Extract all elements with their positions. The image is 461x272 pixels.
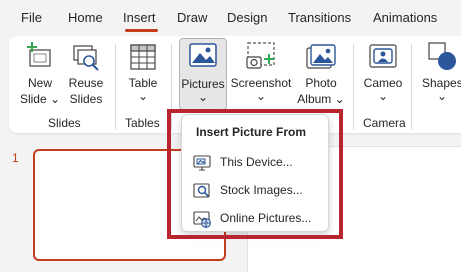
pictures-button[interactable]: Pictures ⌄ [179, 38, 227, 110]
chevron-down-icon: ⌄ [197, 90, 209, 104]
chevron-down-icon: ⌄ [49, 92, 61, 106]
table-button[interactable]: Table ⌄ [122, 42, 164, 108]
chevron-down-icon: ⌄ [255, 89, 267, 103]
photo-album-button[interactable]: Photo Album ⌄ [296, 42, 346, 108]
photo-album-icon [306, 44, 336, 69]
chevron-down-icon: ⌄ [137, 89, 149, 103]
reuse-slides-button[interactable]: Reuse Slides [64, 42, 108, 108]
tab-file[interactable]: File [21, 10, 42, 25]
pictures-icon [189, 43, 217, 67]
tab-animations[interactable]: Animations [373, 10, 437, 25]
cameo-button[interactable]: Cameo ⌄ [360, 42, 406, 108]
group-label-slides: Slides [48, 116, 81, 130]
group-divider [411, 44, 412, 130]
photo-album-label-2: Album ⌄ [297, 92, 345, 106]
group-label-camera: Camera [363, 116, 406, 130]
new-slide-icon [27, 42, 51, 67]
reuse-slides-label-2: Slides [69, 92, 103, 106]
group-divider [353, 44, 354, 130]
shapes-button[interactable]: Shapes ⌄ [418, 42, 461, 108]
ribbon-tab-bar: File Home Insert Draw Design Transitions… [0, 0, 461, 36]
group-divider [115, 44, 116, 130]
new-slide-button[interactable]: New Slide ⌄ [18, 42, 62, 108]
tab-design[interactable]: Design [227, 10, 267, 25]
slide-number: 1 [12, 151, 19, 165]
active-tab-indicator [125, 29, 158, 32]
chevron-down-icon: ⌄ [377, 89, 389, 103]
tab-draw[interactable]: Draw [177, 10, 207, 25]
table-icon [130, 44, 156, 70]
tab-insert[interactable]: Insert [123, 10, 156, 25]
reuse-slides-label-1: Reuse [68, 76, 104, 90]
chevron-down-icon: ⌄ [436, 89, 448, 103]
screenshot-button[interactable]: Screenshot ⌄ [230, 42, 292, 108]
photo-album-label-1: Photo [305, 76, 337, 90]
shapes-icon [428, 42, 456, 70]
chevron-down-icon: ⌄ [334, 92, 345, 106]
new-slide-label-1: New [27, 76, 52, 90]
screenshot-icon [246, 42, 275, 69]
group-label-tables: Tables [125, 116, 160, 130]
new-slide-label-2: Slide ⌄ [19, 92, 61, 106]
cameo-icon [369, 44, 397, 68]
reuse-slides-icon [73, 45, 99, 71]
tab-home[interactable]: Home [68, 10, 103, 25]
tab-transitions[interactable]: Transitions [288, 10, 351, 25]
highlight-box [167, 109, 343, 239]
